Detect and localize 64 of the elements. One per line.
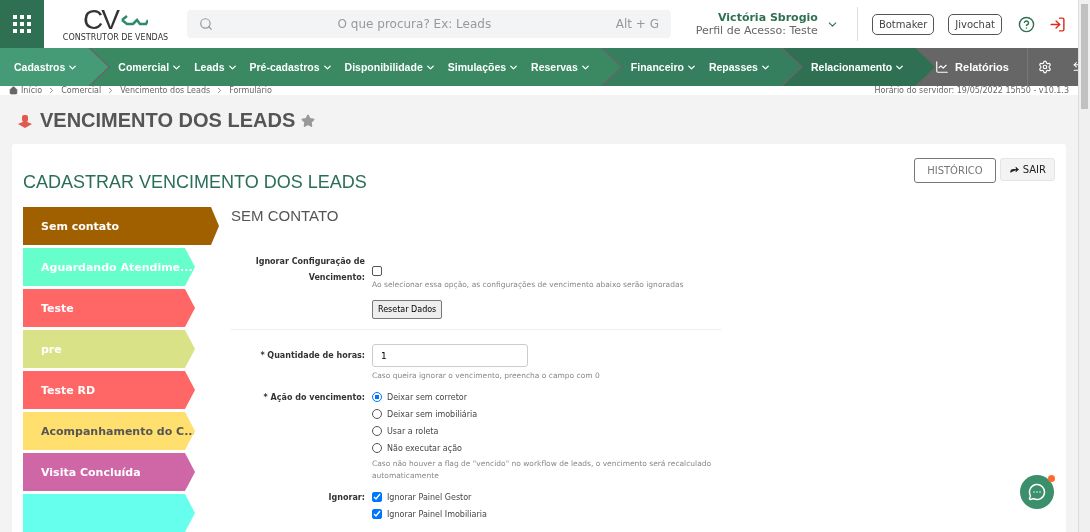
help-icon[interactable] <box>1018 15 1035 33</box>
grid-icon <box>13 15 31 33</box>
checkbox[interactable] <box>372 509 382 519</box>
shortcut-hint: Alt + G <box>615 17 659 31</box>
field-label: * Quantidade de horas: <box>259 350 365 362</box>
scrollbar-thumb[interactable] <box>1081 4 1088 109</box>
radio-option[interactable]: Usar a roleta <box>372 424 439 438</box>
history-button[interactable]: HISTÓRICO <box>914 158 996 183</box>
nav-menu-item[interactable]: Pré-cadastros <box>249 61 333 73</box>
search-icon <box>199 17 213 31</box>
reset-button[interactable]: Resetar Dados <box>372 300 443 319</box>
user-profile: Perfil de Acesso: Teste <box>695 24 818 37</box>
stage-tab[interactable]: Visita Concluída <box>23 453 195 491</box>
logout-icon[interactable] <box>1049 15 1066 33</box>
notification-dot <box>1048 475 1055 482</box>
nav-menu-item[interactable]: Comercial <box>118 61 183 73</box>
nav-menu-item[interactable]: Leads <box>194 61 238 73</box>
user-name: Victória Sbrogio <box>718 11 818 24</box>
settings-icon[interactable] <box>1037 60 1052 74</box>
radio-button[interactable] <box>372 443 382 453</box>
chat-bubble-icon <box>1028 483 1046 501</box>
breadcrumb-link[interactable]: Comercial <box>61 86 102 95</box>
page-title: VENCIMENTO DOS LEADS <box>40 109 296 132</box>
line-chart-icon <box>935 60 950 74</box>
nav-menu-item[interactable]: Simulações <box>447 61 520 73</box>
radio-option[interactable]: Não executar ação <box>372 441 462 455</box>
logo-wave-icon <box>119 13 148 26</box>
checkbox[interactable] <box>372 266 382 276</box>
stage-tab[interactable]: Sem contato <box>23 207 219 245</box>
nav-menu-item[interactable]: Relacionamento <box>810 61 906 73</box>
field-label: Ignorar: <box>327 492 365 504</box>
hours-input[interactable]: 1 <box>372 344 528 367</box>
nav-menu-item[interactable]: Cadastros <box>14 61 79 73</box>
nav-menu-item[interactable]: Disponibilidade <box>344 61 436 73</box>
breadcrumb-link[interactable]: Início <box>9 86 43 95</box>
user-menu[interactable]: Victória Sbrogio Perfil de Acesso: Teste <box>695 7 858 41</box>
nav-menu-item[interactable]: Financeiro <box>630 61 697 73</box>
apps-grid-button[interactable] <box>0 0 44 48</box>
radio-option[interactable]: Deixar sem corretor <box>372 390 467 404</box>
radio-button[interactable] <box>372 426 382 436</box>
logo[interactable]: CV CONSTRUTOR DE VENDAS <box>44 6 187 42</box>
server-time: Horário do servidor: 19/05/2022 15h50 - v10.1.3 <box>874 86 1069 95</box>
checkbox[interactable] <box>372 492 382 502</box>
radio-button[interactable] <box>372 392 382 402</box>
home-icon <box>9 86 18 95</box>
checkbox-option[interactable]: Ignorar Painel Gestor <box>372 490 472 504</box>
section-title: SEM CONTATO <box>231 207 340 224</box>
breadcrumb-link[interactable]: Formulário <box>229 86 272 95</box>
share-arrow-icon <box>1008 164 1020 175</box>
star-icon[interactable] <box>301 113 316 128</box>
card-title: CADASTRAR VENCIMENTO DOS LEADS <box>23 172 367 193</box>
breadcrumb-link[interactable]: Vencimento dos Leads <box>120 86 211 95</box>
field-label: * Ação do vencimento: <box>262 392 365 404</box>
logo-tagline: CONSTRUTOR DE VENDAS <box>62 32 169 42</box>
nav-menu-item[interactable]: Repasses <box>708 61 771 73</box>
nav-menu-item[interactable]: Reservas <box>531 61 591 73</box>
header-button[interactable]: Botmaker <box>871 13 935 35</box>
checkbox-option[interactable]: Ignorar Painel Imobiliaria <box>372 507 487 521</box>
header-button[interactable]: Jivochat <box>948 13 1002 35</box>
field-label: Ignorar Configuração de Vencimento: <box>254 256 365 284</box>
logo-text: CV <box>83 6 118 33</box>
radio-option[interactable]: Deixar sem imobiliária <box>372 407 478 421</box>
radio-button[interactable] <box>372 409 382 419</box>
exit-button[interactable]: SAIR <box>999 158 1055 181</box>
